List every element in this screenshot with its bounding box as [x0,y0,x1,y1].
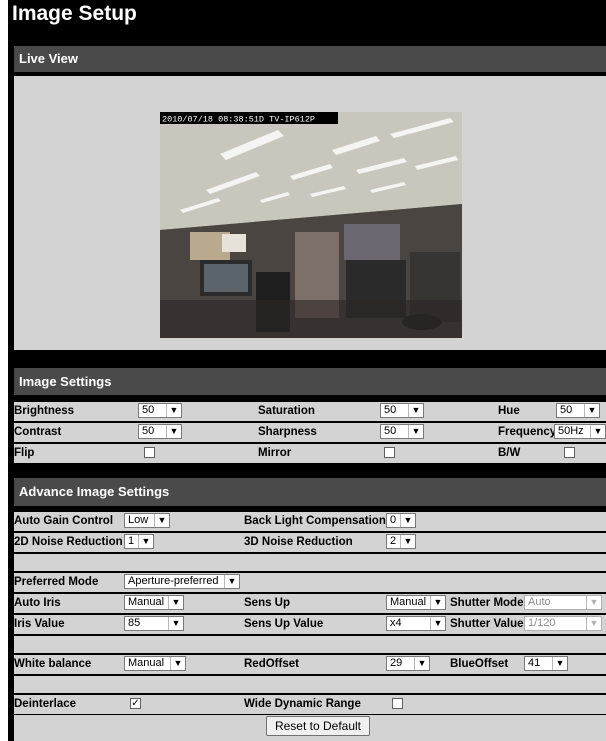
chevron-down-icon: ▼ [408,425,423,438]
sensup-value-select[interactable]: x4 ▼ [386,616,446,631]
chevron-down-icon: ▼ [168,596,183,609]
live-view-area: 2010/07/18 08:38:51D TV-IP612P [14,76,606,350]
advance-row-5: Iris Value 85 ▼ Sens Up Value x4 ▼ Shutter… [14,615,606,634]
shutter-mode-label: Shutter Mode [450,597,524,609]
chevron-down-icon: ▼ [400,514,415,527]
shutter-mode-select[interactable]: Auto ▼ [524,595,602,610]
timestamp-overlay: 2010/07/18 08:38:51D TV-IP612P [162,115,315,125]
checkmark-icon: ✓ [131,698,140,709]
nr3d-select[interactable]: 2 ▼ [386,534,416,549]
chevron-down-icon: ▼ [138,535,153,548]
flip-label: Flip [14,447,35,459]
bw-label: B/W [498,447,521,459]
advance-row-2: 2D Noise Reduction 1 ▼ 3D Noise Reduction… [14,533,606,552]
advance-settings-title: Advance Image Settings [19,484,170,499]
live-view-title: Live View [19,51,79,66]
live-view-header: Live View [14,46,606,72]
frequency-select[interactable]: 50Hz ▼ [554,424,606,439]
nr2d-label: 2D Noise Reduction [14,536,123,548]
camera-live-image: 2010/07/18 08:38:51D TV-IP612P [160,112,462,338]
iris-value-label: Iris Value [14,618,65,630]
blue-offset-label: BlueOffset [450,658,509,670]
chevron-down-icon: ▼ [584,404,599,417]
chevron-down-icon: ▼ [166,404,181,417]
chevron-down-icon: ▼ [552,657,567,670]
sensup-value-label: Sens Up Value [244,618,324,630]
nr3d-label: 3D Noise Reduction [244,536,353,548]
chevron-down-icon: ▼ [586,596,601,609]
nr2d-select[interactable]: 1 ▼ [124,534,154,549]
agc-label: Auto Gain Control [14,515,114,527]
brightness-label: Brightness [14,405,75,417]
brightness-select[interactable]: 50 ▼ [138,403,182,418]
hue-select[interactable]: 50 ▼ [556,403,600,418]
reset-to-default-button[interactable]: Reset to Default [266,716,370,736]
chevron-down-icon: ▼ [154,514,169,527]
saturation-label: Saturation [258,405,315,417]
mirror-checkbox[interactable] [384,447,395,458]
chevron-down-icon: ▼ [170,657,185,670]
red-offset-select[interactable]: 29 ▼ [386,656,430,671]
advance-row-6: White balance Manual ▼ RedOffset 29 ▼ Blue… [14,655,606,674]
chevron-down-icon: ▼ [586,617,601,630]
shutter-value-select[interactable]: 1/120 ▼ [524,616,602,631]
deinterlace-checkbox[interactable]: ✓ [130,698,141,709]
chevron-down-icon: ▼ [166,425,181,438]
spacer-row [14,554,606,571]
chevron-down-icon: ▼ [168,617,183,630]
bw-checkbox[interactable] [564,447,575,458]
mode-select[interactable]: Aperture-preferred ▼ [124,574,240,589]
hue-label: Hue [498,405,520,417]
sensup-select[interactable]: Manual ▼ [386,595,446,610]
contrast-label: Contrast [14,426,62,438]
image-settings-header: Image Settings [14,368,606,395]
wb-label: White balance [14,658,92,670]
red-offset-label: RedOffset [244,658,299,670]
chevron-down-icon: ▼ [408,404,423,417]
blc-label: Back Light Compensation [244,515,386,527]
advance-settings-header: Advance Image Settings [14,478,606,506]
page-title: Image Setup [12,2,137,25]
wdr-label: Wide Dynamic Range [244,698,361,710]
frequency-label: Frequency [498,426,557,438]
advance-row-1: Auto Gain Control Low ▼ Back Light Compen… [14,512,606,531]
shutter-value-label: Shutter Value [450,618,524,630]
iris-label: Auto Iris [14,597,61,609]
wb-select[interactable]: Manual ▼ [124,656,186,671]
iris-value-select[interactable]: 85 ▼ [124,616,184,631]
chevron-down-icon: ▼ [430,596,445,609]
advance-row-4: Auto Iris Manual ▼ Sens Up Manual ▼ Shutte… [14,594,606,613]
blc-select[interactable]: 0 ▼ [386,513,416,528]
chevron-down-icon: ▼ [224,575,239,588]
image-settings-row-1: Brightness 50 ▼ Saturation 50 ▼ Hue 50 ▼ [14,402,606,421]
spacer-row [14,676,606,693]
contrast-select[interactable]: 50 ▼ [138,424,182,439]
chevron-down-icon: ▼ [400,535,415,548]
spacer-row [14,636,606,653]
image-setup-panel: Image Setup Live View 2010/07/18 08:38:5… [8,0,606,741]
advance-row-7: Deinterlace ✓ Wide Dynamic Range [14,695,606,714]
blue-offset-select[interactable]: 41 ▼ [524,656,568,671]
image-settings-row-2: Contrast 50 ▼ Sharpness 50 ▼ Frequency 50H… [14,423,606,442]
advance-row-3: Preferred Mode Aperture-preferred ▼ [14,573,606,592]
image-settings-title: Image Settings [19,374,112,389]
flip-checkbox[interactable] [144,447,155,458]
mirror-label: Mirror [258,447,292,459]
sharpness-label: Sharpness [258,426,317,438]
chevron-down-icon: ▼ [414,657,429,670]
agc-select[interactable]: Low ▼ [124,513,170,528]
mode-label: Preferred Mode [14,576,99,588]
sensup-label: Sens Up [244,597,291,609]
deinterlace-label: Deinterlace [14,698,77,710]
chevron-down-icon: ▼ [590,425,605,438]
wdr-checkbox[interactable] [392,698,403,709]
chevron-down-icon: ▼ [430,617,445,630]
sharpness-select[interactable]: 50 ▼ [380,424,424,439]
image-settings-row-3: Flip Mirror B/W [14,444,606,463]
iris-select[interactable]: Manual ▼ [124,595,184,610]
saturation-select[interactable]: 50 ▼ [380,403,424,418]
